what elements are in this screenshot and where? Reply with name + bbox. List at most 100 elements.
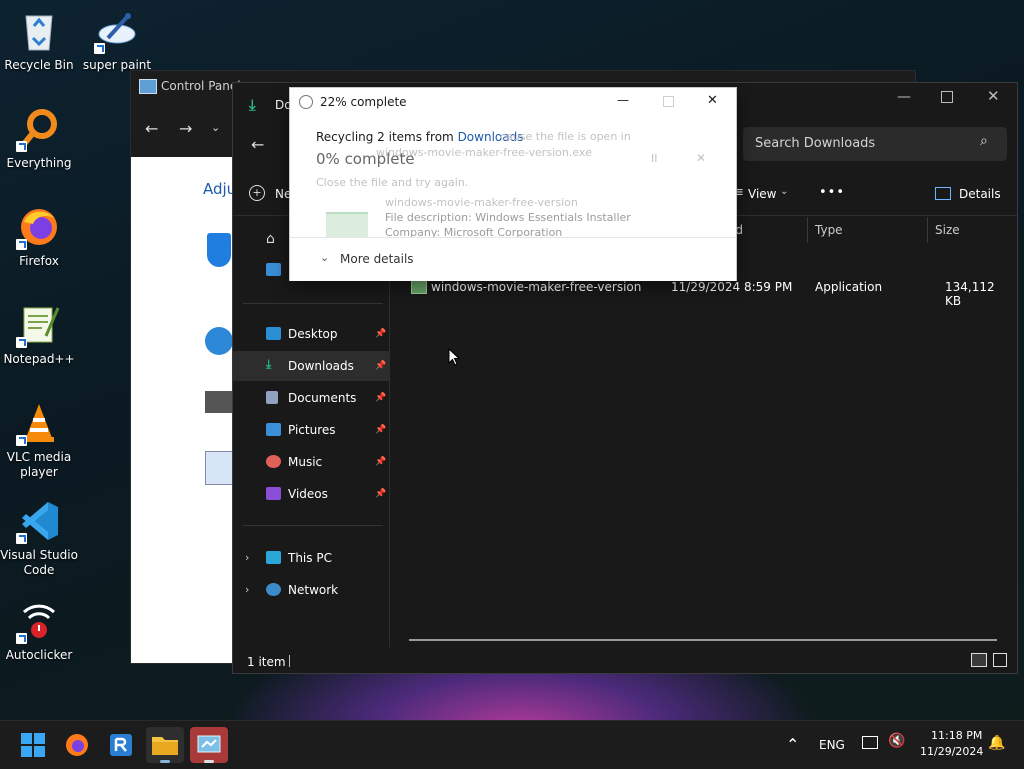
pin-icon: 📌 [375, 329, 387, 339]
desktop-icon-notepad-plus-plus[interactable]: Notepad++ [0, 302, 78, 367]
desktop-icon-autoclicker[interactable]: Autoclicker [0, 598, 78, 663]
pin-icon: 📌 [375, 425, 387, 435]
sidebar-item-label: Network [288, 583, 339, 597]
sidebar-item-label: Desktop [288, 327, 338, 341]
chevron-down-icon[interactable]: ⌄ [320, 251, 329, 264]
chevron-right-icon[interactable]: › [245, 583, 249, 596]
horizontal-scrollbar[interactable] [409, 639, 997, 641]
column-type[interactable]: Type [815, 223, 843, 237]
windows-logo-icon [21, 733, 45, 757]
sidebar-item-this-pc[interactable]: › This PC [233, 543, 389, 573]
progress-text: 0% complete [316, 150, 415, 168]
file-description: File description: Windows Essentials Ins… [385, 211, 631, 224]
status-divider [289, 655, 290, 667]
taskbar-app-r[interactable] [102, 727, 140, 763]
control-panel-icon [197, 735, 221, 753]
start-button[interactable] [14, 727, 52, 763]
shield-icon[interactable] [207, 233, 231, 267]
network-status-icon[interactable] [862, 736, 878, 749]
sidebar-item-documents[interactable]: Documents 📌 [233, 383, 389, 413]
pin-icon: 📌 [375, 489, 387, 499]
mouse-cursor-icon [448, 348, 460, 366]
more-details-button[interactable]: More details [340, 252, 414, 266]
status-item-count: 1 item [247, 655, 286, 669]
pin-icon: 📌 [375, 457, 387, 467]
pin-icon: 📌 [375, 361, 387, 371]
file-size: 134,112 KB [945, 280, 995, 308]
sidebar-item-pictures[interactable]: Pictures 📌 [233, 415, 389, 445]
dialog-close-button[interactable]: ✕ [707, 93, 718, 108]
taskbar-firefox[interactable] [58, 727, 96, 763]
shortcut-arrow-icon [94, 43, 105, 54]
back-arrow-icon[interactable]: ← [145, 119, 158, 138]
vscode-label: Visual Studio Code [0, 548, 78, 577]
desktop-icon-recycle-bin[interactable]: Recycle Bin [0, 8, 78, 73]
chevron-down-icon[interactable]: ⌄ [211, 121, 220, 134]
desktop-icon-vscode[interactable]: Visual Studio Code [0, 498, 78, 578]
recycling-text: Recycling 2 items from [316, 130, 458, 144]
printer-icon[interactable] [205, 391, 233, 413]
minimize-button[interactable]: — [897, 89, 911, 105]
sidebar-item-downloads[interactable]: ⤓ Downloads 📌 [233, 351, 389, 381]
recycling-status: Recycling 2 items from Downloads [316, 130, 523, 144]
clock-date[interactable]: 11/29/2024 [920, 745, 983, 758]
music-icon [266, 455, 281, 468]
more-options-button[interactable]: ••• [819, 185, 845, 200]
recycle-bin-icon [16, 8, 62, 54]
dialog-title: 22% complete [320, 95, 407, 109]
view-button[interactable]: View [748, 187, 776, 201]
maximize-button[interactable] [941, 91, 953, 103]
column-divider [927, 217, 928, 243]
firefox-label: Firefox [19, 254, 59, 268]
network-globe-icon[interactable] [205, 327, 233, 355]
pin-icon: 📌 [375, 393, 387, 403]
language-indicator[interactable]: ENG [819, 738, 845, 752]
desktop-icon-everything[interactable]: Everything [0, 106, 78, 171]
show-hidden-icons-button[interactable]: ⌃ [786, 735, 799, 754]
chevron-right-icon[interactable]: › [245, 551, 249, 564]
control-panel-title: Control Panel [161, 79, 241, 93]
tiles-view-icon[interactable] [993, 653, 1007, 667]
shortcut-arrow-icon [16, 239, 27, 250]
search-box[interactable]: Search Downloads ⌕ [743, 127, 1007, 161]
notification-bell-icon[interactable]: 🔔 [988, 735, 1005, 751]
document-icon [266, 391, 278, 404]
everything-icon [16, 106, 62, 152]
home-icon[interactable]: ⌂ [266, 231, 275, 247]
details-view-icon[interactable] [971, 653, 987, 667]
desktop-icon-super-paint[interactable]: super paint [78, 8, 156, 73]
ghost-close-hint: Close the file and try again. [316, 176, 469, 189]
search-icon: ⌕ [980, 133, 988, 149]
gallery-icon[interactable] [266, 263, 281, 276]
app-r-icon [110, 734, 132, 756]
dialog-maximize-button [663, 96, 674, 107]
clock-time[interactable]: 11:18 PM [931, 729, 982, 742]
column-size[interactable]: Size [935, 223, 960, 237]
new-icon: + [249, 185, 265, 201]
dialog-minimize-button[interactable]: — [617, 93, 629, 107]
desktop-icon-vlc[interactable]: VLC media player [0, 400, 78, 480]
ghost-app-icon [326, 212, 368, 238]
firefox-icon [66, 734, 88, 756]
details-button[interactable]: Details [959, 187, 1001, 201]
programs-icon[interactable] [205, 451, 235, 485]
volume-muted-icon[interactable]: 🔇 [888, 733, 905, 749]
sidebar-item-music[interactable]: Music 📌 [233, 447, 389, 477]
shortcut-arrow-icon [16, 533, 27, 544]
control-panel-app-icon [139, 79, 157, 94]
desktop-icon-firefox[interactable]: Firefox [0, 204, 78, 269]
recycle-bin-label: Recycle Bin [4, 58, 74, 72]
sidebar-item-desktop[interactable]: Desktop 📌 [233, 319, 389, 349]
forward-arrow-icon[interactable]: → [179, 119, 192, 138]
sidebar-item-label: Videos [288, 487, 328, 501]
search-input[interactable]: Search Downloads [755, 136, 875, 151]
taskbar-file-explorer[interactable] [146, 727, 184, 763]
shortcut-arrow-icon [16, 337, 27, 348]
application-icon [411, 280, 427, 294]
back-arrow-icon[interactable]: ← [251, 135, 264, 154]
dialog-footer: ⌄ More details [290, 237, 736, 281]
sidebar-item-network[interactable]: › Network [233, 575, 389, 605]
sidebar-item-videos[interactable]: Videos 📌 [233, 479, 389, 509]
close-button[interactable]: ✕ [987, 87, 1000, 105]
taskbar-control-panel[interactable] [190, 727, 228, 763]
